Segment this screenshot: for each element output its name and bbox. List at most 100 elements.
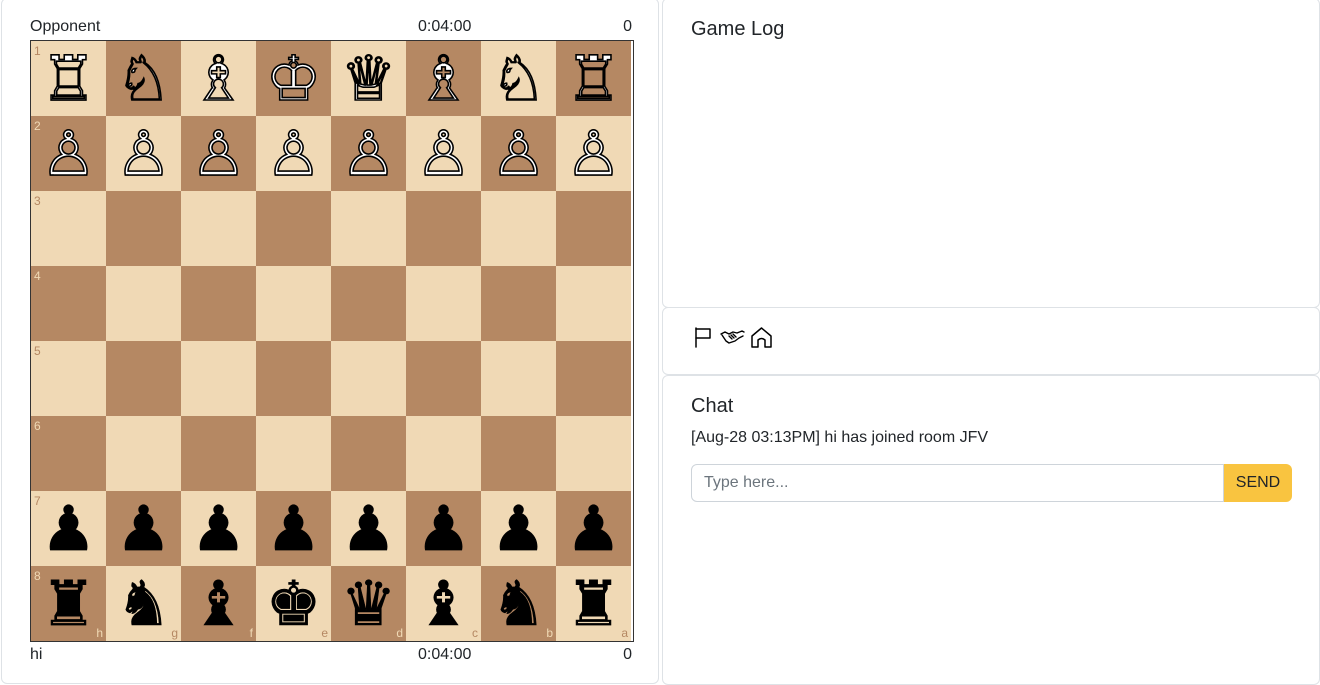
board-square[interactable]: ♟: [406, 491, 481, 566]
board-square[interactable]: ♟: [106, 491, 181, 566]
board-square[interactable]: [256, 341, 331, 416]
board-square[interactable]: c ♝: [406, 566, 481, 641]
board-square[interactable]: [481, 416, 556, 491]
board-square[interactable]: [181, 341, 256, 416]
board-square[interactable]: ♙: [481, 116, 556, 191]
board-square[interactable]: ♙: [406, 116, 481, 191]
board-square[interactable]: [331, 266, 406, 341]
chess-piece[interactable]: ♟: [331, 491, 406, 566]
board-square[interactable]: b ♞: [481, 566, 556, 641]
chess-piece[interactable]: ♜: [556, 566, 631, 641]
chess-piece[interactable]: ♔: [256, 41, 331, 116]
board-square[interactable]: 3: [31, 191, 106, 266]
chess-piece[interactable]: ♟: [181, 491, 256, 566]
board-square[interactable]: f ♝: [181, 566, 256, 641]
chess-piece[interactable]: ♙: [556, 116, 631, 191]
board-square[interactable]: ♙: [181, 116, 256, 191]
board-square[interactable]: [406, 416, 481, 491]
board-square[interactable]: [556, 191, 631, 266]
board-square[interactable]: ♟: [331, 491, 406, 566]
board-square[interactable]: [556, 341, 631, 416]
board-square[interactable]: [256, 416, 331, 491]
chess-piece[interactable]: ♕: [331, 41, 406, 116]
board-square[interactable]: [406, 266, 481, 341]
board-square[interactable]: [481, 191, 556, 266]
chess-piece[interactable]: ♝: [406, 566, 481, 641]
chess-piece[interactable]: ♜: [31, 566, 106, 641]
house-icon[interactable]: [749, 325, 774, 349]
board-square[interactable]: ♟: [481, 491, 556, 566]
board-square[interactable]: 4: [31, 266, 106, 341]
chess-piece[interactable]: ♟: [406, 491, 481, 566]
chess-piece[interactable]: ♝: [181, 566, 256, 641]
board-square[interactable]: 1 ♖: [31, 41, 106, 116]
chess-piece[interactable]: ♟: [31, 491, 106, 566]
chess-piece[interactable]: ♙: [106, 116, 181, 191]
board-square[interactable]: ♙: [106, 116, 181, 191]
chess-piece[interactable]: ♖: [556, 41, 631, 116]
send-button[interactable]: SEND: [1224, 464, 1292, 502]
board-square[interactable]: ♗: [406, 41, 481, 116]
board-square[interactable]: ♙: [331, 116, 406, 191]
board-square[interactable]: ♟: [256, 491, 331, 566]
chess-piece[interactable]: ♙: [331, 116, 406, 191]
chess-piece[interactable]: ♛: [331, 566, 406, 641]
chess-piece[interactable]: ♙: [481, 116, 556, 191]
board-square[interactable]: a ♜: [556, 566, 631, 641]
board-square[interactable]: ♗: [181, 41, 256, 116]
chess-piece[interactable]: ♟: [106, 491, 181, 566]
chess-piece[interactable]: ♙: [181, 116, 256, 191]
chess-piece[interactable]: ♟: [256, 491, 331, 566]
chess-board[interactable]: 1 ♖ ♘ ♗ ♔ ♕ ♗ ♘ ♖ 2 ♙ ♙ ♙ ♙ ♙ ♙ ♙ ♙ 3 4 5 6 7 ♟ ♟ ♟ ♟ ♟ ♟ ♟ ♟ 8 h ♜ g ♞ f ♝ e ♚…: [30, 40, 634, 642]
board-square[interactable]: [331, 416, 406, 491]
board-square[interactable]: [106, 416, 181, 491]
board-square[interactable]: ♙: [256, 116, 331, 191]
handshake-icon[interactable]: [720, 325, 745, 349]
board-square[interactable]: e ♚: [256, 566, 331, 641]
board-square[interactable]: [181, 266, 256, 341]
board-square[interactable]: [406, 341, 481, 416]
board-square[interactable]: 6: [31, 416, 106, 491]
chat-input[interactable]: [691, 464, 1224, 502]
chess-piece[interactable]: ♗: [181, 41, 256, 116]
board-square[interactable]: [406, 191, 481, 266]
board-square[interactable]: 8 h ♜: [31, 566, 106, 641]
board-square[interactable]: ♟: [556, 491, 631, 566]
board-square[interactable]: ♔: [256, 41, 331, 116]
board-square[interactable]: [181, 191, 256, 266]
chess-piece[interactable]: ♘: [481, 41, 556, 116]
board-square[interactable]: [181, 416, 256, 491]
board-square[interactable]: [106, 341, 181, 416]
board-square[interactable]: d ♛: [331, 566, 406, 641]
board-square[interactable]: [556, 266, 631, 341]
board-square[interactable]: ♙: [556, 116, 631, 191]
board-square[interactable]: [106, 266, 181, 341]
chess-piece[interactable]: ♘: [106, 41, 181, 116]
chess-piece[interactable]: ♖: [31, 41, 106, 116]
board-square[interactable]: ♟: [181, 491, 256, 566]
flag-icon[interactable]: [691, 325, 716, 349]
board-square[interactable]: 2 ♙: [31, 116, 106, 191]
board-square[interactable]: [256, 191, 331, 266]
board-square[interactable]: [481, 266, 556, 341]
board-square[interactable]: 5: [31, 341, 106, 416]
board-square[interactable]: [556, 416, 631, 491]
board-square[interactable]: [256, 266, 331, 341]
board-square[interactable]: [331, 341, 406, 416]
board-square[interactable]: ♕: [331, 41, 406, 116]
chess-piece[interactable]: ♞: [106, 566, 181, 641]
board-square[interactable]: ♘: [481, 41, 556, 116]
chess-piece[interactable]: ♗: [406, 41, 481, 116]
board-square[interactable]: ♖: [556, 41, 631, 116]
chess-piece[interactable]: ♚: [256, 566, 331, 641]
chess-piece[interactable]: ♞: [481, 566, 556, 641]
chess-piece[interactable]: ♙: [31, 116, 106, 191]
board-square[interactable]: g ♞: [106, 566, 181, 641]
chess-piece[interactable]: ♙: [406, 116, 481, 191]
chess-piece[interactable]: ♟: [481, 491, 556, 566]
board-square[interactable]: ♘: [106, 41, 181, 116]
board-square[interactable]: [481, 341, 556, 416]
board-square[interactable]: 7 ♟: [31, 491, 106, 566]
board-square[interactable]: [106, 191, 181, 266]
chess-piece[interactable]: ♙: [256, 116, 331, 191]
